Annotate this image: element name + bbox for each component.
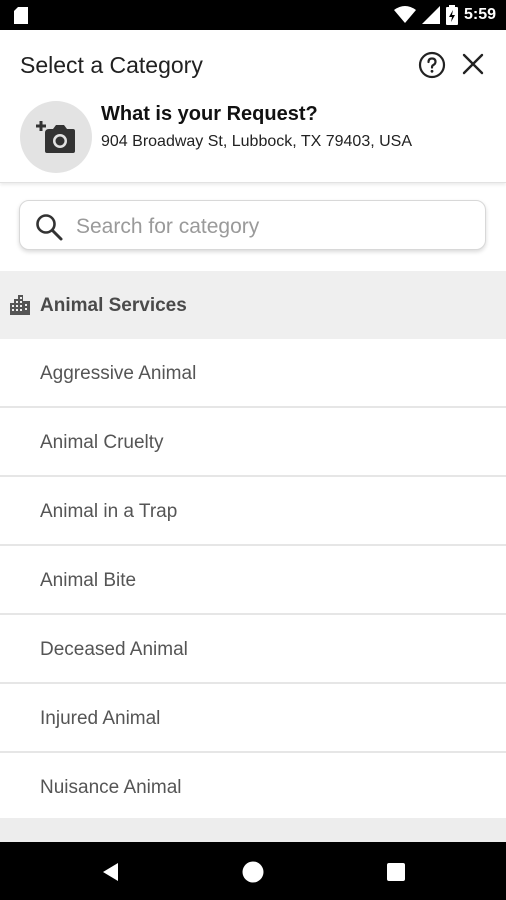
- search-icon: [36, 214, 63, 241]
- add-photo-button[interactable]: [20, 101, 92, 173]
- list-item-label: Aggressive Animal: [40, 363, 197, 384]
- battery-icon: [445, 5, 458, 25]
- add-photo-icon: [36, 121, 75, 153]
- city-buildings-icon: [10, 295, 30, 315]
- list-item-injured-animal[interactable]: Injured Animal: [0, 684, 506, 753]
- list-item-aggressive-animal[interactable]: Aggressive Animal: [0, 339, 506, 408]
- list-item-label: Nuisance Animal: [40, 777, 182, 798]
- signal-icon: [421, 6, 440, 24]
- close-icon[interactable]: [460, 51, 486, 77]
- status-time: 5:59: [463, 6, 496, 23]
- status-bar: 5:59: [0, 0, 506, 30]
- list-item-animal-in-a-trap[interactable]: Animal in a Trap: [0, 477, 506, 546]
- nav-bar: [0, 842, 506, 900]
- sd-card-icon: [14, 7, 28, 24]
- request-address: 904 Broadway St, Lubbock, TX 79403, USA: [101, 133, 413, 150]
- section-label: Animal Services: [40, 295, 187, 316]
- section-header: Animal Services: [0, 271, 506, 339]
- list-item-label: Injured Animal: [40, 708, 161, 729]
- list-item-label: Animal Cruelty: [40, 432, 164, 453]
- list-item-nuisance-animal[interactable]: Nuisance Animal: [0, 753, 506, 822]
- help-circle-icon[interactable]: [418, 51, 446, 79]
- home-icon[interactable]: [241, 860, 265, 884]
- page-title: Select a Category: [20, 52, 203, 78]
- recents-icon[interactable]: [384, 860, 408, 884]
- list-item-animal-cruelty[interactable]: Animal Cruelty: [0, 408, 506, 477]
- category-header: Select a Category What is your Request? …: [0, 30, 506, 183]
- request-title: What is your Request?: [101, 103, 318, 125]
- list-item-deceased-animal[interactable]: Deceased Animal: [0, 615, 506, 684]
- wifi-icon: [393, 6, 416, 23]
- search-box[interactable]: [19, 200, 486, 250]
- back-icon[interactable]: [99, 860, 123, 884]
- category-list: Aggressive Animal Animal Cruelty Animal …: [0, 339, 506, 822]
- list-item-animal-bite[interactable]: Animal Bite: [0, 546, 506, 615]
- list-item-label: Deceased Animal: [40, 639, 188, 660]
- next-section-peek: [0, 818, 506, 842]
- search-input[interactable]: [74, 209, 478, 245]
- list-item-label: Animal Bite: [40, 570, 137, 591]
- list-item-label: Animal in a Trap: [40, 501, 178, 522]
